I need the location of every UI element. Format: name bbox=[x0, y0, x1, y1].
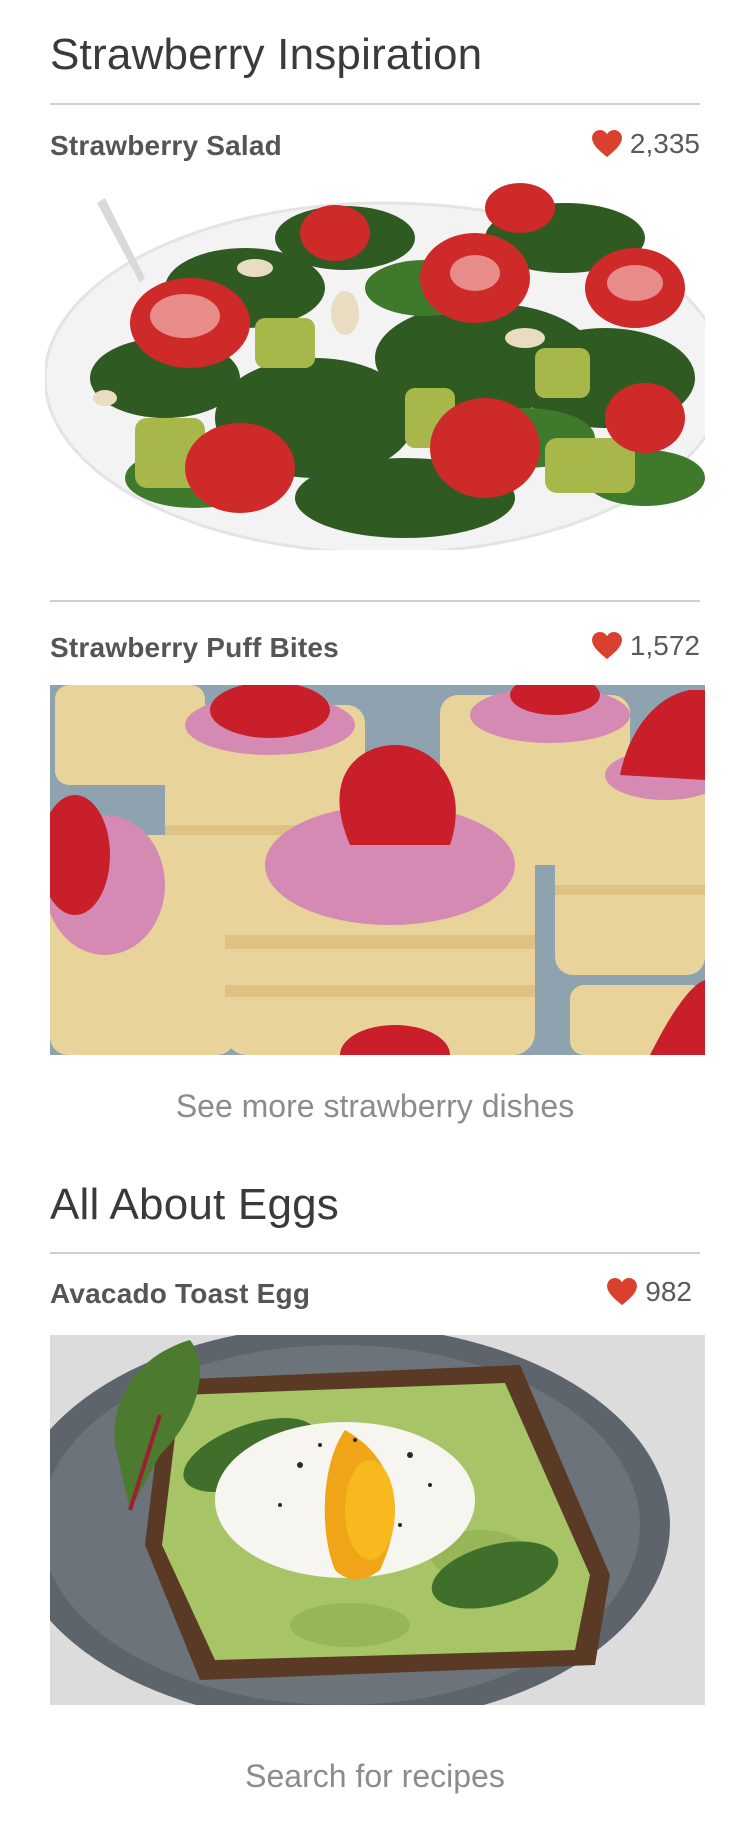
card-divider bbox=[50, 600, 700, 602]
section-divider bbox=[50, 1252, 700, 1254]
like-counter[interactable]: 1,572 bbox=[591, 630, 700, 662]
heart-icon[interactable] bbox=[591, 130, 622, 158]
card-title-avocado-toast-egg[interactable]: Avacado Toast Egg bbox=[50, 1278, 310, 1310]
section-title-strawberry: Strawberry Inspiration bbox=[50, 30, 483, 79]
see-more-strawberry-link[interactable]: See more strawberry dishes bbox=[0, 1088, 750, 1125]
like-counter[interactable]: 982 bbox=[607, 1276, 692, 1308]
like-count: 1,572 bbox=[629, 630, 700, 661]
card-title-strawberry-puff-bites[interactable]: Strawberry Puff Bites bbox=[50, 632, 339, 664]
section-title-eggs: All About Eggs bbox=[50, 1180, 339, 1229]
search-recipes-link[interactable]: Search for recipes bbox=[0, 1758, 750, 1795]
section-divider bbox=[50, 103, 700, 105]
strawberry-salad-photo[interactable] bbox=[45, 178, 705, 550]
like-count: 2,335 bbox=[629, 128, 700, 159]
card-title-strawberry-salad[interactable]: Strawberry Salad bbox=[50, 130, 282, 162]
heart-icon[interactable] bbox=[607, 1278, 638, 1306]
like-counter[interactable]: 2,335 bbox=[591, 128, 700, 160]
like-count: 982 bbox=[645, 1276, 692, 1307]
heart-icon[interactable] bbox=[591, 632, 622, 660]
avocado-toast-egg-photo[interactable] bbox=[50, 1335, 705, 1705]
strawberry-puff-bites-photo[interactable] bbox=[50, 685, 705, 1055]
